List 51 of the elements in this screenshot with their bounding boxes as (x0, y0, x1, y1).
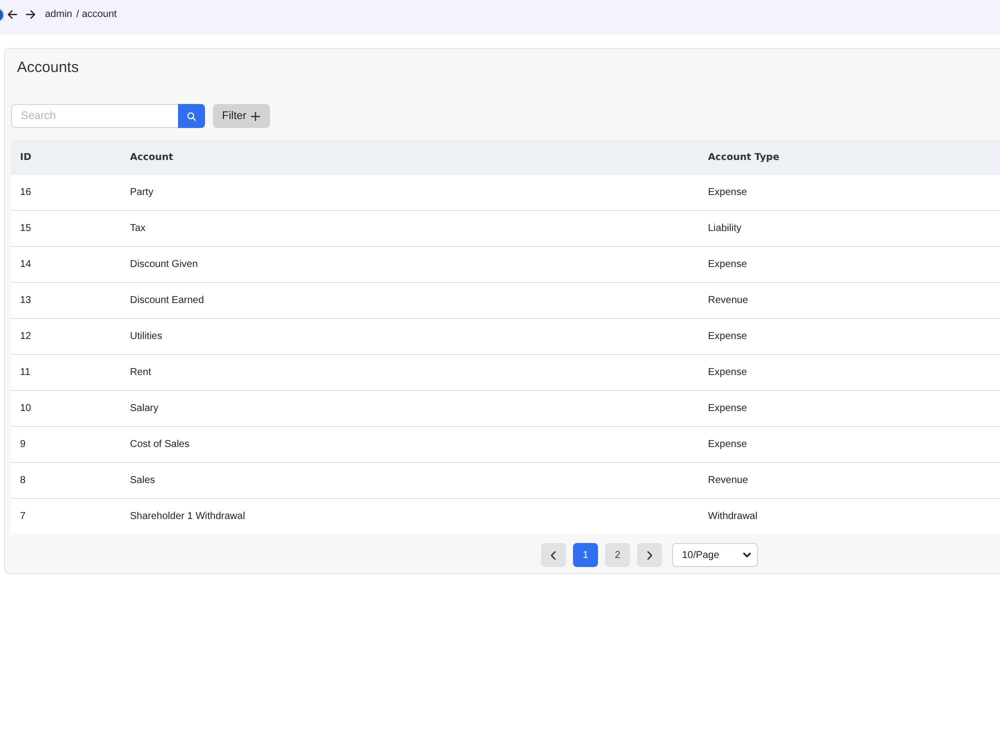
table-cell: Expense (708, 367, 747, 378)
table-cell: Expense (708, 187, 747, 198)
table-cell: 8 (20, 475, 26, 486)
page-title: Accounts (17, 58, 79, 78)
search-field[interactable]: Search (11, 104, 178, 128)
table-cell: Cost of Sales (130, 439, 190, 450)
table-cell: Liability (708, 223, 742, 234)
table-cell: Shareholder 1 Withdrawal (130, 511, 246, 522)
table-cell: Revenue (708, 295, 748, 306)
table-cell: 7 (20, 511, 26, 522)
plus-icon (251, 112, 260, 120)
table-cell: Withdrawal (708, 511, 758, 522)
table-cell: Party (130, 187, 154, 198)
table-cell: Revenue (708, 475, 748, 486)
table-cell: Expense (708, 259, 747, 270)
table-cell: Utilities (130, 331, 162, 342)
chevron-right-icon (645, 550, 654, 560)
search-icon (187, 112, 196, 120)
breadcrumb-link[interactable]: admin (45, 9, 72, 20)
table-cell: Salary (130, 403, 158, 414)
column-header: Account (130, 152, 174, 163)
table-cell: Sales (130, 475, 156, 486)
chevron-left-icon (549, 550, 558, 560)
table-cell: Rent (130, 367, 152, 378)
table-cell: 11 (20, 367, 30, 378)
page-button[interactable]: 2 (605, 543, 630, 567)
table-cell: Expense (708, 439, 747, 450)
table-cell: 12 (20, 331, 32, 342)
table-cell: 16 (20, 187, 32, 198)
column-header: ID (20, 152, 32, 163)
breadcrumb-current: / account (76, 9, 117, 20)
table-cell: 14 (20, 259, 32, 270)
table-cell: 13 (20, 295, 32, 306)
search-button[interactable] (178, 104, 205, 128)
table-cell: Discount Earned (130, 295, 204, 306)
forward-arrow-icon[interactable] (25, 9, 36, 20)
table-cell: Tax (130, 223, 146, 234)
column-header: Account Type (708, 152, 780, 163)
next-page-button[interactable] (637, 543, 662, 567)
table-cell: 15 (20, 223, 32, 234)
back-arrow-icon[interactable] (7, 9, 18, 20)
table-cell: Discount Given (130, 259, 198, 270)
filter-button[interactable]: Filter (213, 104, 270, 128)
previous-page-button[interactable] (541, 543, 566, 567)
table-cell: Expense (708, 331, 747, 342)
table-cell: Expense (708, 403, 747, 414)
page-size-select[interactable]: 10/Page (672, 543, 758, 567)
chevron-down-icon (743, 551, 751, 559)
table-cell: 9 (20, 439, 26, 450)
page-button[interactable]: 1 (573, 543, 598, 567)
table-cell: 10 (20, 403, 32, 414)
